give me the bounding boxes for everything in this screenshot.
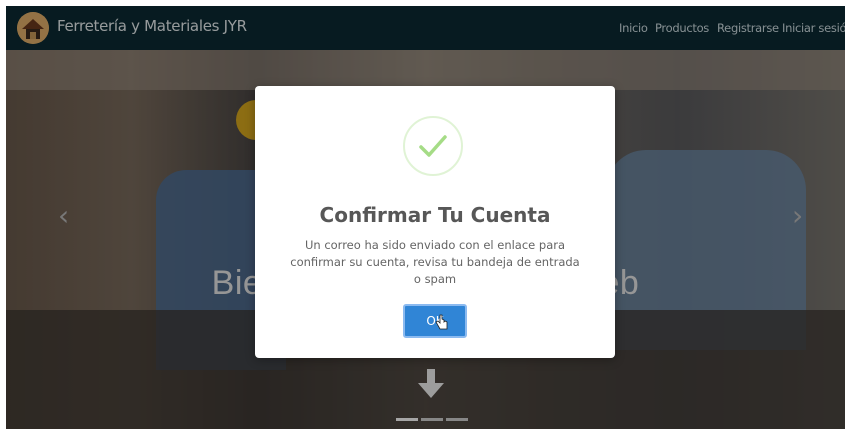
browser-viewport: Ferretería y Materiales JYR Inicio Produ… <box>6 6 845 429</box>
hand-cursor-icon <box>435 314 448 330</box>
modal-title: Confirmar Tu Cuenta <box>319 203 551 227</box>
success-check-icon <box>403 116 463 176</box>
ok-button[interactable]: OK <box>403 304 467 338</box>
confirm-account-modal: Confirmar Tu Cuenta Un correo ha sido en… <box>255 86 615 358</box>
modal-message: Un correo ha sido enviado con el enlace … <box>290 238 580 286</box>
